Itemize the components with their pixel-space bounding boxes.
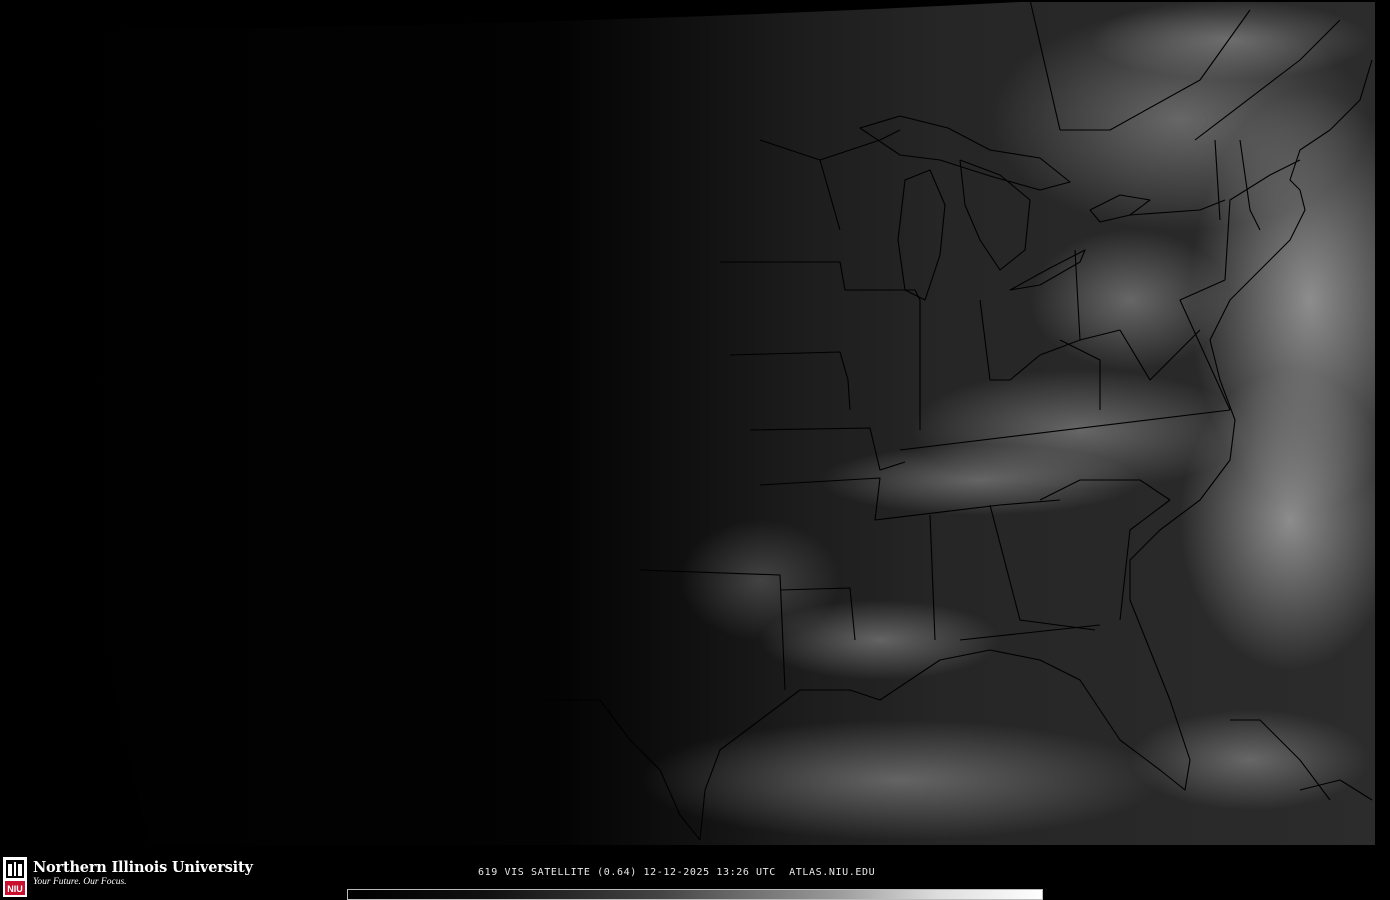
org-tagline: Your Future. Our Focus. xyxy=(33,877,127,887)
satellite-image xyxy=(0,0,1390,850)
org-name: Northern Illinois University xyxy=(33,859,253,876)
niu-logo[interactable]: NIU Northern Illinois University Your Fu… xyxy=(2,856,253,900)
image-caption: 619 VIS SATELLITE (0.64) 12-12-2025 13:2… xyxy=(478,867,876,878)
crest-windows xyxy=(8,862,22,876)
niu-crest-icon: NIU xyxy=(3,857,27,897)
footer-bar: NIU Northern Illinois University Your Fu… xyxy=(0,850,1390,900)
scan-edge xyxy=(1375,0,1390,850)
crest-letters: NIU xyxy=(7,884,23,894)
satellite-map-svg xyxy=(38,0,1390,850)
satellite-viewer: NIU Northern Illinois University Your Fu… xyxy=(0,0,1390,900)
brightness-colorbar xyxy=(347,889,1043,900)
logo-text: Northern Illinois University Your Future… xyxy=(33,860,253,888)
